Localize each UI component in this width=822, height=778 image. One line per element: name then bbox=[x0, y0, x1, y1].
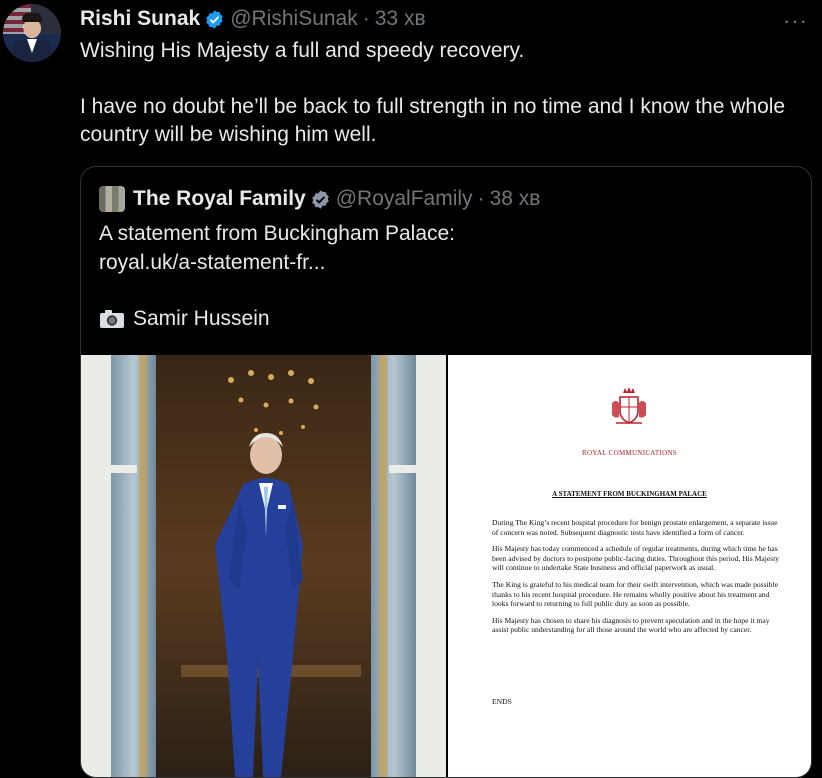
tweet-paragraph: Wishing His Majesty a full and speedy re… bbox=[80, 39, 525, 62]
tweet-paragraph: I have no doubt he’ll be back to full st… bbox=[80, 95, 786, 146]
letter-ends: ENDS bbox=[492, 697, 512, 706]
photo-credit: Samir Hussein bbox=[99, 307, 270, 331]
separator-dot: · bbox=[362, 7, 370, 30]
quote-text-line: A statement from Buckingham Palace: bbox=[99, 222, 456, 245]
letter-body: During The King’s recent hospital proced… bbox=[492, 518, 782, 642]
author-handle[interactable]: @RishiSunak bbox=[230, 7, 358, 31]
letter-title: A STATEMENT FROM BUCKINGHAM PALACE bbox=[552, 490, 707, 498]
photo-credit-name: Samir Hussein bbox=[133, 307, 270, 330]
verified-badge-icon[interactable] bbox=[310, 189, 331, 210]
letter-paragraph: The King is grateful to his medical team… bbox=[492, 579, 778, 609]
portrait-illustration bbox=[81, 355, 446, 777]
tweet-header: Rishi Sunak @RishiSunak · 33 хв bbox=[80, 6, 426, 32]
more-options-icon[interactable]: ··· bbox=[783, 8, 808, 34]
quote-text: A statement from Buckingham Palace: roya… bbox=[99, 219, 455, 277]
letter-heading: ROYAL COMMUNICATIONS bbox=[582, 449, 677, 457]
letter-paragraph: His Majesty has today commenced a schedu… bbox=[492, 544, 780, 573]
quote-author-avatar[interactable] bbox=[99, 186, 125, 212]
separator-dot: · bbox=[477, 187, 485, 210]
tweet-time[interactable]: 33 хв bbox=[375, 7, 426, 31]
tweet-text: Wishing His Majesty a full and speedy re… bbox=[80, 37, 800, 149]
letter-paragraph: His Majesty has chosen to share his diag… bbox=[492, 615, 770, 635]
letter-paragraph: During The King’s recent hospital proced… bbox=[492, 518, 778, 537]
author-name[interactable]: Rishi Sunak bbox=[80, 7, 200, 31]
quoted-tweet[interactable]: The Royal Family @RoyalFamily · 38 хв A … bbox=[80, 166, 812, 778]
king-portrait-photo[interactable] bbox=[81, 355, 446, 777]
verified-badge-icon[interactable] bbox=[204, 9, 225, 30]
quote-time[interactable]: 38 хв bbox=[490, 187, 541, 211]
quote-header: The Royal Family @RoyalFamily · 38 хв bbox=[99, 184, 540, 214]
author-avatar[interactable] bbox=[3, 4, 61, 62]
royal-crest-icon bbox=[612, 387, 646, 424]
quote-author-handle[interactable]: @RoyalFamily bbox=[336, 187, 473, 211]
camera-icon bbox=[100, 310, 124, 328]
quote-author-name[interactable]: The Royal Family bbox=[133, 187, 306, 211]
avatar-hair bbox=[22, 13, 42, 22]
palace-statement-image[interactable]: ROYAL COMMUNICATIONS A STATEMENT FROM BU… bbox=[448, 355, 811, 777]
quote-link[interactable]: royal.uk/a-statement-fr... bbox=[99, 248, 455, 277]
